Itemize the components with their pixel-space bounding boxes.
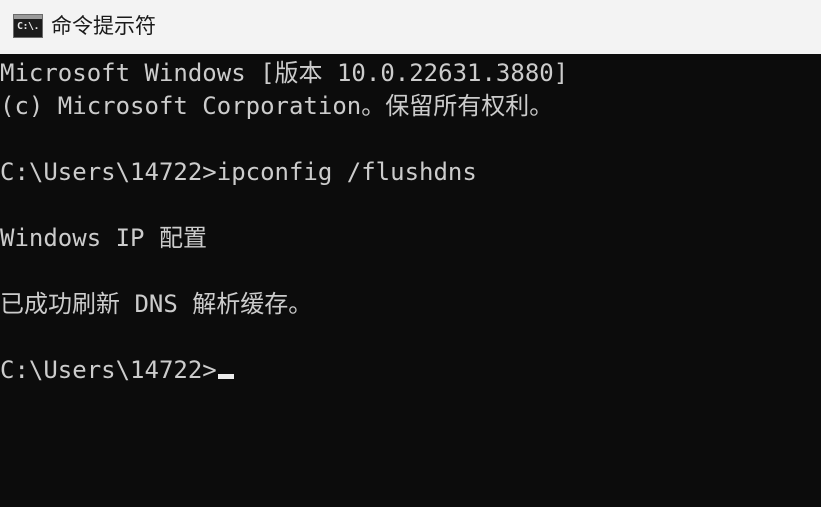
cmd-icon-glyph: C:\. bbox=[17, 21, 40, 32]
console-line-ip-config-header: Windows IP 配置 bbox=[0, 224, 207, 252]
cmd-icon: C:\. bbox=[13, 14, 43, 38]
window-title: 命令提示符 bbox=[51, 14, 156, 38]
title-bar[interactable]: C:\. 命令提示符 bbox=[0, 0, 821, 54]
cmd-icon-titlebar bbox=[14, 15, 42, 19]
command-prompt-window: C:\. 命令提示符 Microsoft Windows [版本 10.0.22… bbox=[0, 0, 821, 507]
console-prompt: C:\Users\14722> bbox=[0, 356, 217, 384]
console-line-copyright: (c) Microsoft Corporation。保留所有权利。 bbox=[0, 92, 554, 120]
console-output[interactable]: Microsoft Windows [版本 10.0.22631.3880] (… bbox=[0, 56, 821, 507]
text-cursor bbox=[217, 374, 234, 379]
console-prompt-line[interactable]: C:\Users\14722> bbox=[0, 354, 234, 387]
console-line-version: Microsoft Windows [版本 10.0.22631.3880] bbox=[0, 59, 569, 87]
console-line-command: C:\Users\14722>ipconfig /flushdns bbox=[0, 158, 477, 186]
console-line-flush-result: 已成功刷新 DNS 解析缓存。 bbox=[0, 290, 313, 318]
